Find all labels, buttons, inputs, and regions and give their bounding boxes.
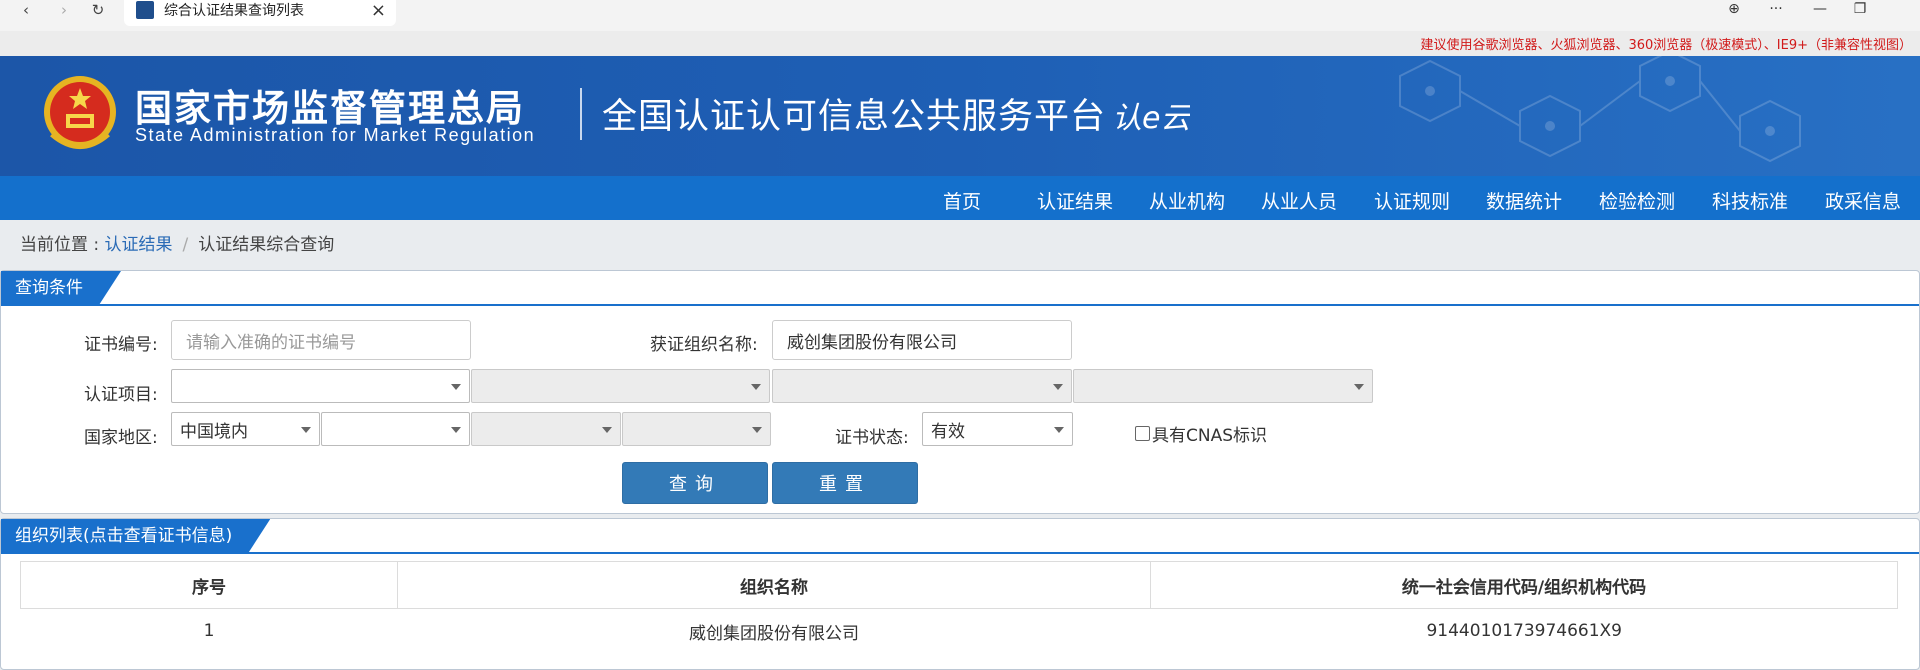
nav-item-home[interactable]: 首页 [943, 187, 981, 214]
status-value: 有效 [931, 421, 965, 442]
site-banner: 国家市场监督管理总局 State Administration for Mark… [0, 56, 1920, 176]
globe-icon[interactable]: ⊕ [1720, 0, 1748, 18]
main-nav: 首页 认证结果 从业机构 从业人员 认证规则 数据统计 检验检测 科技标准 政采… [0, 176, 1920, 220]
org-name-cn: 国家市场监督管理总局 [135, 87, 525, 130]
column-header-org-name: 组织名称 [397, 561, 1151, 609]
checkbox-icon[interactable] [1135, 426, 1150, 441]
restore-icon[interactable]: ❐ [1846, 0, 1874, 18]
breadcrumb-link[interactable]: 认证结果 [105, 235, 173, 255]
tab-title: 综合认证结果查询列表 [164, 3, 304, 19]
project-select-3 [772, 369, 1072, 403]
cnas-checkbox[interactable]: 具有CNAS标识 [1135, 421, 1267, 446]
breadcrumb-prefix: 当前位置 : [20, 235, 105, 255]
browser-chrome: ‹ › ↻ 综合认证结果查询列表 × ⊕ ··· — ❐ [0, 0, 1920, 31]
brand-logo-text: 认e云 [1112, 101, 1190, 136]
reset-button[interactable]: 重置 [772, 462, 918, 504]
chevron-down-icon [451, 384, 461, 390]
region-label: 国家地区: [84, 428, 158, 448]
nav-item-personnel[interactable]: 从业人员 [1261, 187, 1337, 214]
project-select-2 [471, 369, 770, 403]
chevron-down-icon [1354, 384, 1364, 390]
table-row[interactable]: 1 威创集团股份有限公司 9144010173974661X9 [20, 608, 1898, 653]
results-panel-title: 组织列表(点击查看证书信息) [1, 519, 270, 553]
browser-notice-bar: 建议使用谷歌浏览器、火狐浏览器、360浏览器（极速模式）、IE9+（非兼容性视图… [0, 31, 1920, 56]
org-name-input[interactable]: 威创集团股份有限公司 [772, 320, 1072, 360]
brand-logo: 认e云 [1112, 101, 1190, 136]
nav-item-statistics[interactable]: 数据统计 [1486, 187, 1562, 214]
panel-title-line [1, 552, 1919, 554]
chevron-down-icon [301, 427, 311, 433]
project-select-4 [1073, 369, 1373, 403]
column-header-index: 序号 [20, 561, 398, 609]
chevron-down-icon [602, 427, 612, 433]
cell-org-name[interactable]: 威创集团股份有限公司 [397, 608, 1151, 653]
chevron-down-icon [752, 427, 762, 433]
browser-tab[interactable]: 综合认证结果查询列表 × [124, 0, 396, 26]
region-district-select [622, 412, 771, 446]
cell-credit-code: 9144010173974661X9 [1150, 608, 1898, 653]
chevron-down-icon [1054, 427, 1064, 433]
hexagon-pattern-icon [1399, 56, 1801, 163]
results-table: 序号 组织名称 统一社会信用代码/组织机构代码 1 威创集团股份有限公司 914… [20, 561, 1898, 653]
status-label: 证书状态: [835, 428, 909, 448]
table-header-row: 序号 组织名称 统一社会信用代码/组织机构代码 [20, 561, 1898, 609]
forward-icon[interactable]: › [50, 0, 78, 20]
nav-item-cert-rules[interactable]: 认证规则 [1374, 187, 1450, 214]
region-country-select[interactable]: 中国境内 [171, 412, 320, 446]
minimize-icon[interactable]: — [1806, 0, 1834, 18]
more-icon[interactable]: ··· [1762, 0, 1790, 18]
cert-no-label: 证书编号: [84, 335, 158, 355]
nav-item-institutions[interactable]: 从业机构 [1149, 187, 1225, 214]
chevron-down-icon [1053, 384, 1063, 390]
back-icon[interactable]: ‹ [12, 0, 40, 20]
breadcrumb: 当前位置 : 认证结果 / 认证结果综合查询 [20, 230, 334, 255]
breadcrumb-separator: / [182, 235, 189, 255]
browser-notice-text: 建议使用谷歌浏览器、火狐浏览器、360浏览器（极速模式）、IE9+（非兼容性视图… [1420, 38, 1912, 53]
project-select-1[interactable] [171, 369, 470, 403]
chevron-down-icon [451, 427, 461, 433]
region-province-select[interactable] [321, 412, 470, 446]
national-emblem-icon [44, 76, 116, 149]
cnas-label: 具有CNAS标识 [1152, 426, 1268, 446]
chevron-down-icon [751, 384, 761, 390]
nav-item-inspection[interactable]: 检验检测 [1599, 187, 1675, 214]
site-favicon-icon [136, 1, 154, 19]
nav-item-standards[interactable]: 科技标准 [1712, 187, 1788, 214]
query-panel-title: 查询条件 [1, 271, 121, 305]
cell-index: 1 [20, 608, 398, 653]
tab-close-icon[interactable]: × [371, 0, 386, 21]
region-country-value: 中国境内 [180, 421, 248, 442]
breadcrumb-current: 认证结果综合查询 [198, 235, 335, 255]
org-name-label: 获证组织名称: [650, 335, 758, 355]
region-city-select [471, 412, 621, 446]
panel-title-line [1, 304, 1919, 306]
header-divider [580, 88, 582, 140]
column-header-credit-code: 统一社会信用代码/组织机构代码 [1150, 561, 1898, 609]
status-select[interactable]: 有效 [922, 412, 1073, 446]
nav-item-cert-results[interactable]: 认证结果 [1037, 187, 1113, 214]
reload-icon[interactable]: ↻ [84, 0, 112, 20]
search-button[interactable]: 查询 [622, 462, 768, 504]
org-name-en: State Administration for Market Regulati… [135, 125, 536, 145]
cert-no-input[interactable]: 请输入准确的证书编号 [171, 320, 471, 360]
project-label: 认证项目: [84, 385, 158, 405]
platform-title: 全国认证认可信息公共服务平台 [602, 97, 1107, 137]
nav-item-procurement[interactable]: 政采信息 [1825, 187, 1901, 214]
